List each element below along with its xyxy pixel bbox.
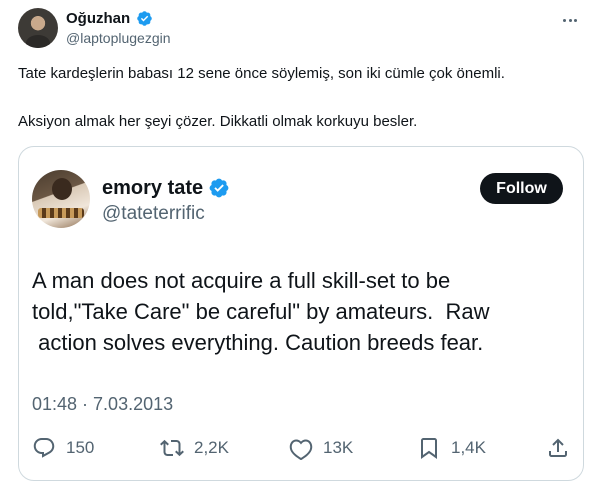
heart-icon: [289, 439, 313, 460]
avatar[interactable]: [18, 8, 58, 48]
timestamp[interactable]: 01:48 · 7.03.2013: [32, 394, 173, 415]
quoted-author-name[interactable]: emory tate: [102, 177, 203, 200]
reply-button[interactable]: 150: [32, 435, 94, 461]
quoted-tweet-line: A man does not acquire a full skill-set …: [32, 268, 451, 293]
reply-count: 150: [66, 438, 95, 457]
tweet-text-line: Aksiyon almak her şeyi çözer. Dikkatli o…: [18, 113, 418, 130]
bookmark-icon: [421, 438, 437, 459]
verified-badge-icon: [137, 11, 152, 26]
retweet-icon: [160, 439, 184, 457]
quoted-author-handle[interactable]: @tateterrific: [102, 203, 205, 225]
quoted-tweet-line: action solves everything. Caution breeds…: [32, 330, 484, 355]
quoted-tweet-card[interactable]: emory tate @tateterrific Follow A man do…: [18, 146, 584, 481]
quoted-tweet-line: told,"Take Care" be careful" by amateurs…: [32, 299, 490, 324]
author-handle[interactable]: @laptoplugezgin: [66, 30, 171, 46]
tweet-text-line: Tate kardeşlerin babası 12 sene önce söy…: [18, 65, 505, 82]
action-bar: 150 2,2K 13K 1,4K: [19, 435, 585, 465]
bookmark-button[interactable]: 1,4K: [417, 435, 486, 461]
share-button[interactable]: [546, 435, 570, 461]
retweet-count: 2,2K: [194, 438, 229, 457]
quoted-tweet-body: A man does not acquire a full skill-set …: [32, 265, 572, 358]
share-icon: [549, 438, 567, 457]
follow-button[interactable]: Follow: [480, 173, 563, 204]
verified-badge-icon: [209, 178, 229, 198]
reply-icon: [33, 438, 55, 458]
author-name[interactable]: Oğuzhan: [66, 10, 130, 27]
bookmark-count: 1,4K: [451, 438, 486, 457]
outer-tweet-header: Oğuzhan @laptoplugezgin: [18, 4, 584, 48]
like-count: 13K: [323, 438, 354, 457]
retweet-button[interactable]: 2,2K: [160, 435, 229, 461]
more-icon[interactable]: [560, 10, 580, 30]
avatar[interactable]: [32, 170, 90, 228]
like-button[interactable]: 13K: [289, 435, 353, 461]
